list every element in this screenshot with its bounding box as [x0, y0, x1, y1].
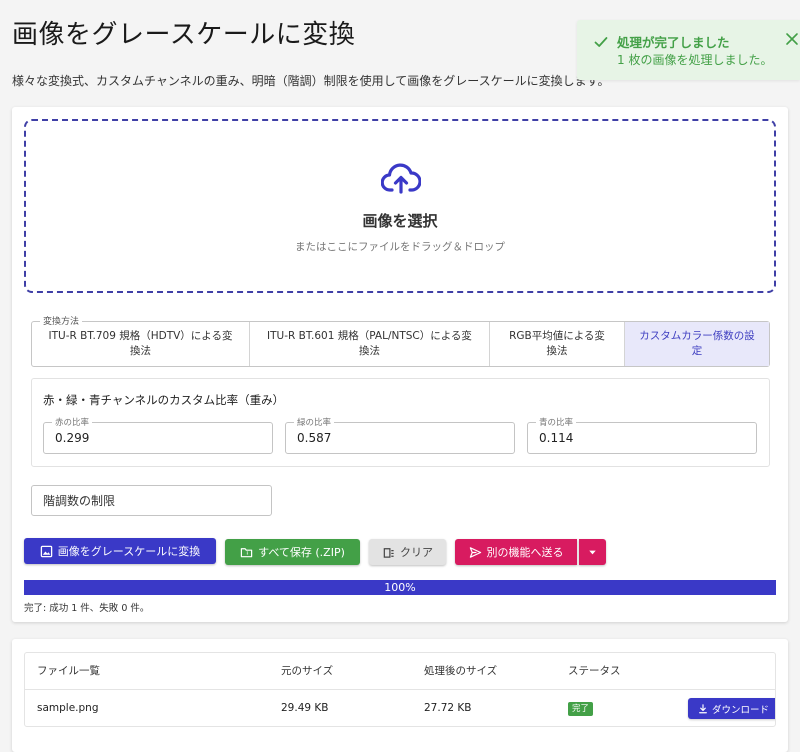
save-all-button-label: すべて保存 (.ZIP) [258, 546, 345, 559]
close-icon[interactable] [785, 32, 799, 46]
levels-limit-field [31, 485, 272, 516]
status-badge: 完了 [568, 702, 594, 716]
dropzone-title: 画像を選択 [362, 212, 438, 230]
send-to-feature-button[interactable]: 別の機能へ送る [455, 539, 577, 565]
clear-button-label: クリア [400, 546, 433, 559]
download-button[interactable]: ダウンロード [688, 698, 775, 719]
file-name: sample.png [37, 702, 99, 714]
save-all-button[interactable]: すべて保存 (.ZIP) [225, 539, 360, 565]
toast-message: 1 枚の画像を処理しました。 [617, 53, 773, 67]
method-option-bt601[interactable]: ITU-R BT.601 規格（PAL/NTSC）による変換法 [250, 322, 490, 366]
conversion-method-group: 変換方法 ITU-R BT.709 規格（HDTV）による変換法 ITU-R B… [31, 314, 770, 367]
green-ratio-field: 緑の比率 [285, 416, 515, 454]
page-title: 画像をグレースケールに変換 [12, 20, 356, 50]
image-icon [40, 545, 53, 557]
file-dropzone[interactable]: 画像を選択 またはここにファイルをドラッグ＆ドロップ [24, 119, 776, 293]
red-ratio-input[interactable] [44, 423, 272, 453]
send-button-label: 別の機能へ送る [486, 546, 564, 559]
red-ratio-field: 赤の比率 [43, 416, 273, 454]
result-summary: 完了: 成功 1 件、失敗 0 件。 [24, 603, 150, 614]
clear-all-icon [383, 547, 394, 558]
folder-zip-icon [240, 547, 253, 557]
table-header-row: ファイル一覧 元のサイズ 処理後のサイズ ステータス [25, 653, 775, 690]
method-legend: 変換方法 [40, 314, 83, 327]
send-icon [469, 546, 481, 558]
file-table: ファイル一覧 元のサイズ 処理後のサイズ ステータス sample.png 29… [24, 652, 776, 727]
check-icon [594, 37, 608, 47]
download-icon [699, 703, 707, 713]
header-file-list: ファイル一覧 [37, 665, 100, 677]
header-original-size: 元のサイズ [281, 665, 334, 677]
processed-size: 27.72 KB [424, 702, 472, 714]
blue-ratio-input[interactable] [528, 423, 756, 453]
custom-ratio-title: 赤・緑・青チャンネルのカスタム比率（重み） [43, 393, 285, 407]
toast-title: 処理が完了しました [617, 35, 730, 50]
success-toast: 処理が完了しました 1 枚の画像を処理しました。 [577, 20, 800, 80]
convert-button-label: 画像をグレースケールに変換 [57, 545, 201, 558]
original-size: 29.49 KB [281, 702, 329, 714]
levels-limit-input[interactable] [32, 486, 271, 515]
header-processed-size: 処理後のサイズ [424, 665, 498, 677]
progress-bar: 100% [24, 580, 776, 595]
caret-down-icon [589, 550, 596, 554]
table-row: sample.png 29.49 KB 27.72 KB 完了 ダウンロード [25, 690, 775, 726]
dropzone-subtitle: またはここにファイルをドラッグ＆ドロップ [295, 241, 505, 253]
page-description: 様々な変換式、カスタムチャンネルの重み、明暗（階調）制限を使用して画像をグレース… [12, 74, 610, 88]
method-option-bt709[interactable]: ITU-R BT.709 規格（HDTV）による変換法 [32, 322, 250, 366]
clear-button[interactable]: クリア [369, 539, 446, 565]
blue-ratio-field: 青の比率 [527, 416, 757, 454]
custom-ratio-panel: 赤・緑・青チャンネルのカスタム比率（重み） 赤の比率 緑の比率 青の比率 [31, 378, 770, 467]
progress-label: 100% [384, 581, 416, 594]
green-ratio-input[interactable] [286, 423, 514, 453]
method-option-custom[interactable]: カスタムカラー係数の設定 [625, 322, 769, 366]
header-status: ステータス [568, 665, 621, 677]
method-option-rgb-average[interactable]: RGB平均値による変換法 [490, 322, 625, 366]
file-list-panel: ファイル一覧 元のサイズ 処理後のサイズ ステータス sample.png 29… [12, 639, 788, 752]
cloud-upload-icon [381, 163, 421, 194]
convert-button[interactable]: 画像をグレースケールに変換 [24, 538, 216, 564]
converter-panel: 画像を選択 またはここにファイルをドラッグ＆ドロップ 変換方法 ITU-R BT… [12, 107, 788, 622]
download-button-label: ダウンロード [711, 704, 769, 716]
send-menu-dropdown-button[interactable] [579, 539, 606, 565]
